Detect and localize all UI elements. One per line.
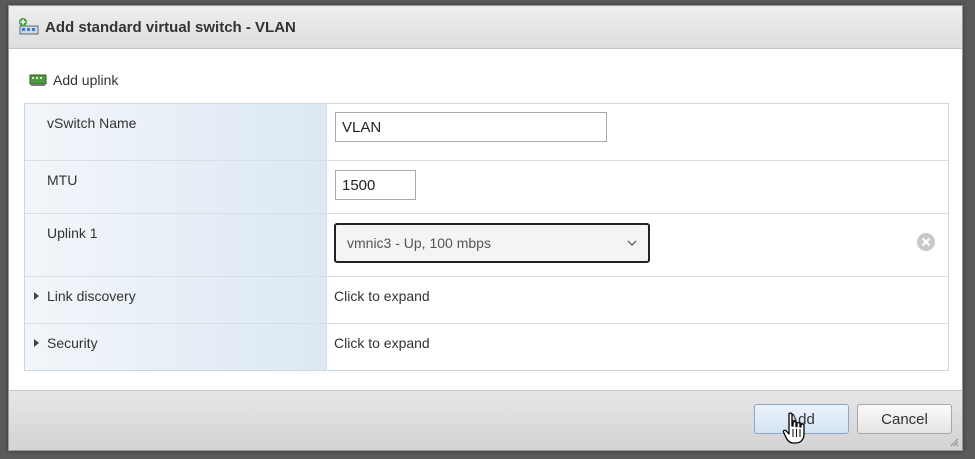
add-vswitch-dialog: Add standard virtual switch - VLAN Add u… <box>8 5 963 451</box>
uplink-1-label: Uplink 1 <box>47 225 98 241</box>
dialog-footer: Add Cancel <box>9 390 962 450</box>
vswitch-form: vSwitch Name MTU Uplink 1 vmnic3 - Up, 1… <box>24 103 949 371</box>
security-expand[interactable]: Click to expand <box>334 335 430 351</box>
link-discovery-label: Link discovery <box>47 288 136 304</box>
uplink-1-select[interactable]: vmnic3 - Up, 100 mbps <box>334 223 650 263</box>
expand-caret-icon[interactable] <box>34 292 39 300</box>
hand-pointer-icon <box>782 412 805 444</box>
row-vswitch-name: vSwitch Name <box>25 104 948 161</box>
chevron-down-icon <box>627 240 637 246</box>
add-uplink-action[interactable]: Add uplink <box>29 72 118 88</box>
cancel-button[interactable]: Cancel <box>857 404 952 434</box>
mtu-input[interactable] <box>335 170 416 200</box>
row-security[interactable]: Security Click to expand <box>25 324 948 371</box>
vswitch-name-label: vSwitch Name <box>47 115 137 131</box>
vswitch-name-input[interactable] <box>335 112 607 142</box>
vswitch-add-icon <box>19 18 39 35</box>
dialog-titlebar[interactable]: Add standard virtual switch - VLAN <box>9 6 962 49</box>
link-discovery-expand[interactable]: Click to expand <box>334 288 430 304</box>
row-uplink-1: Uplink 1 vmnic3 - Up, 100 mbps <box>25 214 948 277</box>
row-mtu: MTU <box>25 161 948 214</box>
uplink-1-selected-value: vmnic3 - Up, 100 mbps <box>347 235 491 251</box>
row-link-discovery[interactable]: Link discovery Click to expand <box>25 277 948 324</box>
network-card-icon <box>29 74 47 86</box>
resize-grip-icon[interactable] <box>950 438 959 447</box>
clear-circle-icon[interactable] <box>916 232 936 252</box>
dialog-title: Add standard virtual switch - VLAN <box>45 18 296 36</box>
security-label: Security <box>47 335 98 351</box>
expand-caret-icon[interactable] <box>34 339 39 347</box>
add-uplink-label: Add uplink <box>53 72 119 88</box>
mtu-label: MTU <box>47 172 78 188</box>
